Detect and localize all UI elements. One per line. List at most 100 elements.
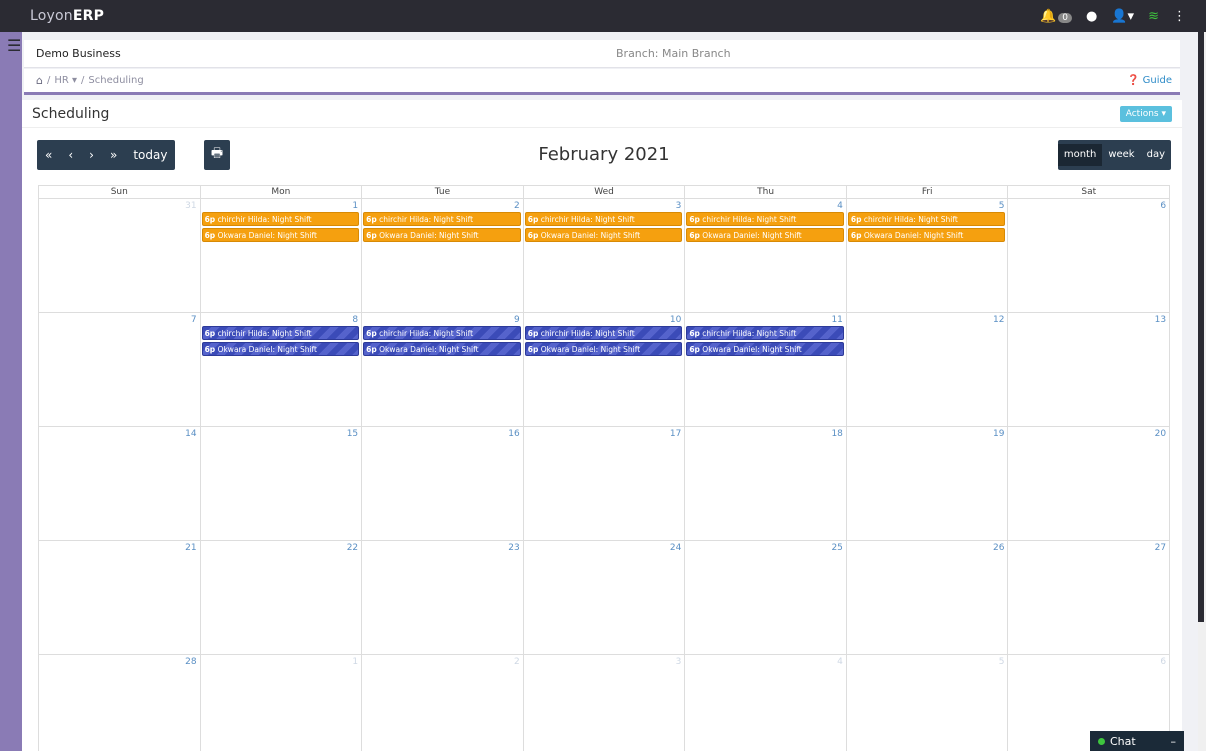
day-number[interactable]: 18 (831, 429, 842, 439)
day-number[interactable]: 14 (185, 429, 196, 439)
shift-event[interactable]: 6p Okwara Daniel: Night Shift (524, 228, 683, 242)
shift-event[interactable]: 6p chirchir Hilda: Night Shift (686, 326, 844, 340)
day-cell[interactable]: 16 (362, 427, 524, 540)
day-number[interactable]: 2 (514, 657, 520, 667)
day-number[interactable]: 2 (514, 201, 520, 211)
shift-event[interactable]: 6p Okwara Daniel: Night Shift (524, 342, 683, 356)
day-cell[interactable]: 21 (39, 541, 201, 654)
day-number[interactable]: 8 (352, 315, 358, 325)
day-number[interactable]: 23 (508, 543, 519, 553)
app-brand[interactable]: LoyonERP (30, 8, 104, 24)
messages-icon[interactable]: ● (1086, 9, 1097, 24)
shift-event[interactable]: 6p Okwara Daniel: Night Shift (363, 342, 521, 356)
next-year-button[interactable]: » (102, 148, 125, 162)
day-cell[interactable]: 31 (39, 199, 201, 312)
day-cell[interactable]: 8 6p chirchir Hilda: Night Shift 6p Okwara… (201, 313, 363, 426)
scroll-thumb[interactable] (1198, 32, 1204, 622)
shift-event[interactable]: 6p chirchir Hilda: Night Shift (524, 212, 683, 226)
actions-button[interactable]: Actions ▾ (1119, 105, 1172, 122)
day-cell[interactable]: 6 (1008, 199, 1169, 312)
day-number[interactable]: 4 (837, 201, 843, 211)
shift-event[interactable]: 6p Okwara Daniel: Night Shift (686, 228, 844, 242)
guide-link[interactable]: ❓ Guide (1127, 75, 1172, 86)
shift-event[interactable]: 6p Okwara Daniel: Night Shift (363, 228, 521, 242)
day-cell[interactable]: 15 (201, 427, 363, 540)
day-number[interactable]: 27 (1155, 543, 1166, 553)
day-cell[interactable]: 23 (362, 541, 524, 654)
user-menu-icon[interactable]: 👤▾ (1111, 9, 1134, 24)
branch-label[interactable]: Branch: Main Branch (616, 47, 731, 60)
day-number[interactable]: 16 (508, 429, 519, 439)
day-cell[interactable]: 20 (1008, 427, 1169, 540)
day-number[interactable]: 1 (352, 201, 358, 211)
day-number[interactable]: 26 (993, 543, 1004, 553)
shift-event[interactable]: 6p Okwara Daniel: Night Shift (201, 228, 360, 242)
day-view-button[interactable]: day (1141, 144, 1171, 166)
shift-event[interactable]: 6p Okwara Daniel: Night Shift (686, 342, 844, 356)
home-icon[interactable]: ⌂ (36, 74, 43, 87)
month-view-button[interactable]: month (1057, 144, 1103, 166)
day-number[interactable]: 25 (831, 543, 842, 553)
day-cell[interactable]: 26 (847, 541, 1009, 654)
shift-event[interactable]: 6p chirchir Hilda: Night Shift (524, 326, 683, 340)
day-cell[interactable]: 11 6p chirchir Hilda: Night Shift 6p Okwar… (685, 313, 847, 426)
day-cell[interactable]: 25 (685, 541, 847, 654)
shift-event[interactable]: 6p chirchir Hilda: Night Shift (201, 212, 360, 226)
day-cell[interactable]: 7 (39, 313, 201, 426)
day-number[interactable]: 3 (676, 201, 682, 211)
next-button[interactable]: › (81, 148, 102, 162)
page-scrollbar[interactable] (1198, 32, 1206, 751)
day-cell[interactable]: 12 (847, 313, 1009, 426)
shift-event[interactable]: 6p Okwara Daniel: Night Shift (201, 342, 360, 356)
prev-year-button[interactable]: « (37, 148, 60, 162)
day-cell[interactable]: 1 (201, 655, 363, 751)
day-number[interactable]: 6 (1160, 657, 1166, 667)
day-number[interactable]: 3 (676, 657, 682, 667)
day-cell[interactable]: 2 6p chirchir Hilda: Night Shift 6p Okwara… (362, 199, 524, 312)
shift-event[interactable]: 6p Okwara Daniel: Night Shift (847, 228, 1006, 242)
today-button[interactable]: today (125, 148, 175, 162)
prev-button[interactable]: ‹ (60, 148, 81, 162)
day-cell[interactable]: 19 (847, 427, 1009, 540)
day-cell[interactable]: 22 (201, 541, 363, 654)
day-number[interactable]: 4 (837, 657, 843, 667)
more-menu-icon[interactable]: ⋮ (1173, 9, 1186, 24)
day-number[interactable]: 28 (185, 657, 196, 667)
chat-widget[interactable]: Chat – (1090, 731, 1184, 751)
day-number[interactable]: 22 (347, 543, 358, 553)
day-cell[interactable]: 28 (39, 655, 201, 751)
day-cell[interactable]: 17 (524, 427, 686, 540)
day-number[interactable]: 12 (993, 315, 1004, 325)
shift-event[interactable]: 6p chirchir Hilda: Night Shift (363, 212, 521, 226)
day-number[interactable]: 24 (670, 543, 681, 553)
day-cell[interactable]: 14 (39, 427, 201, 540)
day-cell[interactable]: 27 (1008, 541, 1169, 654)
day-number[interactable]: 31 (185, 201, 196, 211)
day-cell[interactable]: 5 (847, 655, 1009, 751)
day-cell[interactable]: 4 (685, 655, 847, 751)
week-view-button[interactable]: week (1102, 144, 1140, 166)
day-cell[interactable]: 24 (524, 541, 686, 654)
shift-event[interactable]: 6p chirchir Hilda: Night Shift (847, 212, 1006, 226)
day-cell[interactable]: 13 (1008, 313, 1169, 426)
day-number[interactable]: 11 (831, 315, 842, 325)
day-number[interactable]: 15 (347, 429, 358, 439)
day-cell[interactable]: 3 (524, 655, 686, 751)
day-number[interactable]: 10 (670, 315, 681, 325)
day-number[interactable]: 5 (999, 201, 1005, 211)
breadcrumb-hr[interactable]: HR ▾ (54, 75, 77, 86)
print-button[interactable]: 🖶 (204, 140, 230, 170)
day-cell[interactable]: 4 6p chirchir Hilda: Night Shift 6p Okwara… (685, 199, 847, 312)
chat-minimize-icon[interactable]: – (1171, 735, 1177, 748)
day-cell[interactable]: 10 6p chirchir Hilda: Night Shift 6p Okwar… (524, 313, 686, 426)
shift-event[interactable]: 6p chirchir Hilda: Night Shift (686, 212, 844, 226)
menu-toggle-icon[interactable]: ☰ (7, 38, 21, 54)
day-number[interactable]: 20 (1155, 429, 1166, 439)
day-cell[interactable]: 9 6p chirchir Hilda: Night Shift 6p Okwara… (362, 313, 524, 426)
shift-event[interactable]: 6p chirchir Hilda: Night Shift (201, 326, 360, 340)
day-number[interactable]: 17 (670, 429, 681, 439)
shift-event[interactable]: 6p chirchir Hilda: Night Shift (363, 326, 521, 340)
day-cell[interactable]: 1 6p chirchir Hilda: Night Shift 6p Okwara… (201, 199, 363, 312)
day-cell[interactable]: 3 6p chirchir Hilda: Night Shift 6p Okwara… (524, 199, 686, 312)
notifications-bell-icon[interactable]: 🔔 0 (1040, 9, 1073, 24)
